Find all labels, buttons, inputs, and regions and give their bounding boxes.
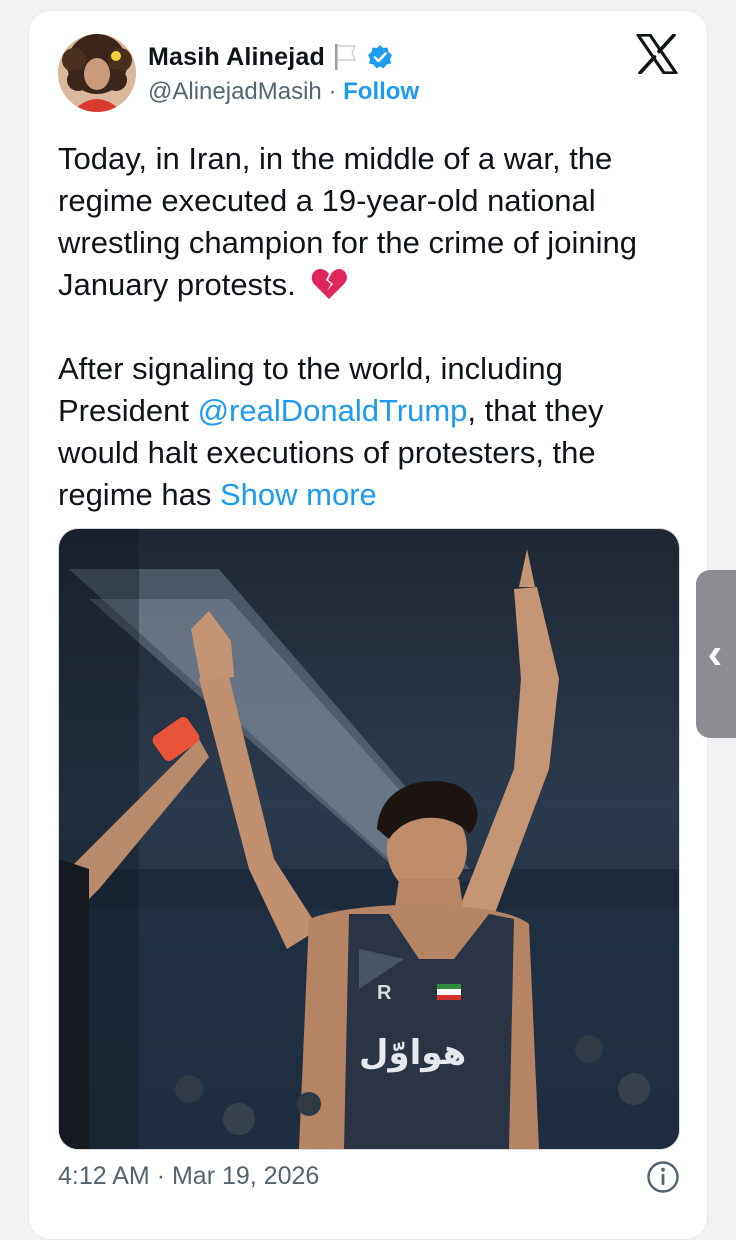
tweet-time: 4:12 AM (58, 1162, 150, 1190)
mention-link[interactable]: @realDonaldTrump (198, 393, 468, 428)
x-logo-icon[interactable] (636, 34, 678, 74)
author-name-row: Masih Alinejad (148, 42, 393, 72)
author-handle-row: @AlinejadMasih · Follow (148, 78, 419, 106)
tweet-text: Today, in Iran, in the middle of a war, … (58, 138, 688, 516)
wrestler-photo: R هواوّل (59, 529, 679, 1149)
timestamp-separator: · (156, 1162, 166, 1190)
white-flag-icon (334, 44, 356, 70)
info-icon[interactable] (646, 1160, 680, 1194)
chevron-left-icon: ‹ (707, 629, 723, 678)
verified-badge-icon (367, 45, 392, 69)
broken-heart-icon (312, 269, 348, 299)
singlet-text: هواوّل (359, 1033, 466, 1073)
handle-separator: · (328, 78, 337, 105)
follow-button[interactable]: Follow (343, 78, 419, 105)
show-more-link[interactable]: Show more (220, 477, 377, 512)
singlet-brand: R (377, 982, 392, 1004)
tweet-photo[interactable]: R هواوّل (58, 528, 680, 1150)
side-panel-tab[interactable]: ‹ (696, 570, 736, 738)
author-handle[interactable]: @AlinejadMasih (148, 78, 322, 105)
tweet-paragraph-2: After signaling to the world, including … (58, 348, 688, 516)
author-name[interactable]: Masih Alinejad (148, 43, 325, 72)
tweet-date: Mar 19, 2026 (171, 1162, 320, 1190)
avatar-image (58, 34, 136, 112)
tweet-timestamp[interactable]: 4:12 AM · Mar 19, 2026 (58, 1162, 319, 1191)
tweet-paragraph-1: Today, in Iran, in the middle of a war, … (58, 138, 688, 306)
avatar[interactable] (58, 34, 136, 112)
